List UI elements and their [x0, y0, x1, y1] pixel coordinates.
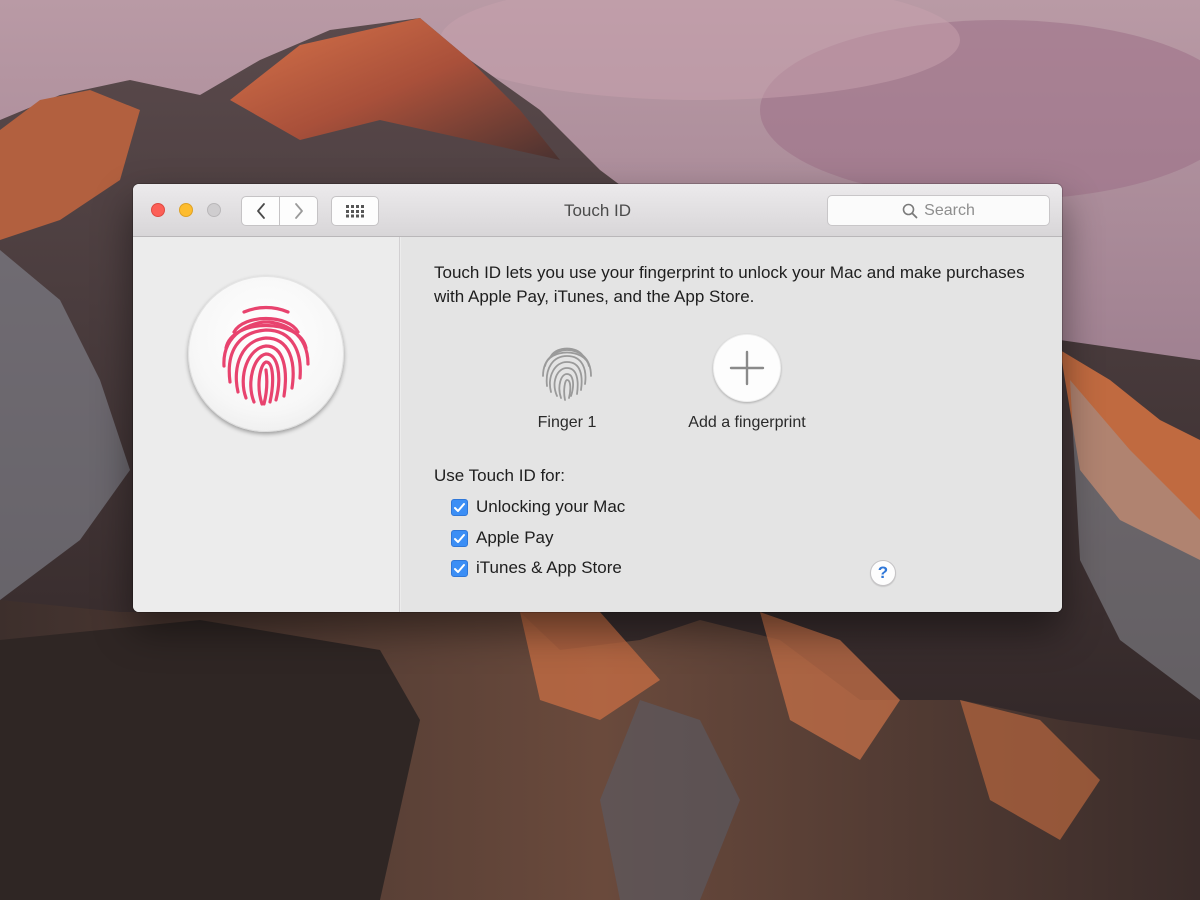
finger-1-item[interactable]: Finger 1 [487, 334, 647, 432]
title-bar[interactable]: Touch ID Search [133, 184, 1062, 237]
plus-icon [729, 350, 765, 386]
help-button[interactable]: ? [870, 560, 896, 586]
sidebar-panel [133, 237, 400, 612]
checkmark-icon [454, 502, 465, 512]
apple-pay-label: Apple Pay [476, 528, 554, 547]
grid-icon [346, 205, 364, 218]
option-apple-pay[interactable]: Apple Pay [451, 528, 554, 548]
add-fingerprint-button[interactable] [713, 334, 781, 402]
use-touch-id-heading: Use Touch ID for: [434, 466, 566, 485]
option-itunes-app-store[interactable]: iTunes & App Store [451, 558, 622, 578]
touch-id-description: Touch ID lets you use your fingerprint t… [434, 263, 1025, 306]
back-button[interactable] [242, 197, 280, 225]
checkmark-icon [454, 563, 465, 573]
touch-id-preferences-window: Touch ID Search Touch ID lets you use yo… [133, 184, 1062, 612]
finger-1-label: Finger 1 [537, 414, 597, 431]
add-fingerprint-item[interactable]: Add a fingerprint [667, 334, 827, 432]
minimize-window-button[interactable] [179, 203, 193, 217]
zoom-window-button[interactable] [207, 203, 221, 217]
fingerprint-icon [222, 305, 310, 406]
chevron-right-icon [294, 203, 303, 219]
search-placeholder: Search [924, 201, 975, 219]
unlocking-mac-checkbox[interactable] [451, 498, 468, 516]
back-forward-group [241, 196, 318, 226]
itunes-app-store-label: iTunes & App Store [476, 558, 622, 577]
content-panel: Touch ID lets you use your fingerprint t… [401, 237, 1062, 612]
checkmark-icon [454, 533, 465, 543]
chevron-left-icon [256, 203, 265, 219]
option-unlocking-mac[interactable]: Unlocking your Mac [451, 497, 625, 517]
fingerprint-gray-icon [542, 347, 592, 401]
unlocking-mac-label: Unlocking your Mac [476, 497, 626, 516]
forward-button[interactable] [280, 197, 317, 225]
itunes-app-store-checkbox[interactable] [451, 559, 468, 577]
add-fingerprint-label: Add a fingerprint [688, 414, 806, 431]
search-icon [902, 203, 918, 218]
apple-pay-checkbox[interactable] [451, 529, 468, 547]
search-field[interactable]: Search [827, 195, 1050, 226]
show-all-button[interactable] [331, 196, 379, 226]
touch-id-badge [188, 276, 344, 432]
finger-1-thumbnail[interactable] [533, 334, 601, 402]
close-window-button[interactable] [151, 203, 165, 217]
